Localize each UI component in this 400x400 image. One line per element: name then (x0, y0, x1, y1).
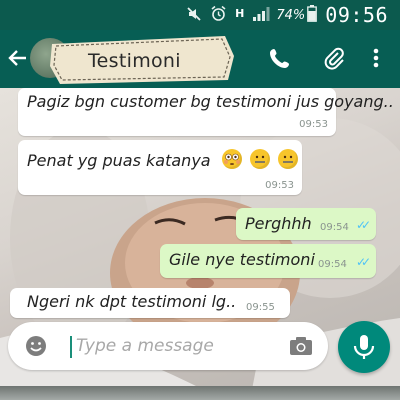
message-time: 09:53 (265, 180, 294, 191)
text-caret (70, 336, 72, 358)
message-text: Penat yg puas katanya (27, 151, 211, 170)
message-text: Ngeri nk dpt testimoni lg.. (27, 292, 237, 311)
message-time: 09:53 (299, 119, 328, 130)
message-text: Pagiz bgn customer bg testimoni jus goya… (27, 92, 394, 111)
message-line: Penat yg puas katanya (27, 149, 298, 170)
message-input[interactable]: Type a message (76, 336, 214, 356)
mic-icon (353, 335, 375, 359)
message-bubble-incoming[interactable]: Pagiz bgn customer bg testimoni jus goya… (18, 88, 394, 136)
message-bubble-outgoing[interactable]: Gile nye testimoni 09:54 ✓✓ (160, 244, 376, 278)
zipper-mouth-face-icon (277, 149, 298, 169)
emoji-icon[interactable] (24, 334, 48, 358)
battery-icon (307, 5, 318, 25)
call-icon[interactable] (266, 44, 294, 72)
status-bar: H 74% 09:56 (0, 0, 400, 30)
network-type: H (235, 6, 245, 20)
message-time: 09:55 (246, 302, 275, 313)
zipper-mouth-face-icon (249, 149, 270, 169)
signal-icon (252, 6, 270, 25)
message-text: Gile nye testimoni (169, 250, 315, 269)
camera-icon[interactable] (288, 334, 314, 358)
back-arrow-icon[interactable] (6, 46, 30, 70)
message-bubble-incoming[interactable]: Penat yg puas katanya 09:53 (18, 140, 302, 195)
clock: 09:56 (325, 3, 388, 27)
more-vert-icon[interactable] (362, 44, 390, 72)
message-bubble-incoming[interactable]: Ngeri nk dpt testimoni lg.. 09:55 (10, 288, 290, 318)
read-receipt-icon: ✓✓ (356, 255, 371, 269)
mic-button[interactable] (338, 321, 390, 373)
message-text: Perghhh (245, 214, 312, 233)
message-composer[interactable]: Type a message (8, 322, 328, 370)
bottom-strip (0, 386, 400, 400)
message-bubble-outgoing[interactable]: Perghhh 09:54 ✓✓ (236, 208, 376, 240)
message-time: 09:54 (318, 259, 347, 270)
battery-percent: 74% (276, 7, 306, 23)
battery-indicator: 74% (276, 5, 318, 25)
mute-icon (186, 6, 202, 25)
read-receipt-icon: ✓✓ (356, 218, 371, 232)
attach-icon[interactable] (320, 44, 348, 72)
flushed-face-icon (221, 149, 242, 169)
message-time: 09:54 (320, 222, 349, 233)
alarm-icon (210, 5, 227, 25)
tag-title: Testimoni (88, 50, 181, 72)
